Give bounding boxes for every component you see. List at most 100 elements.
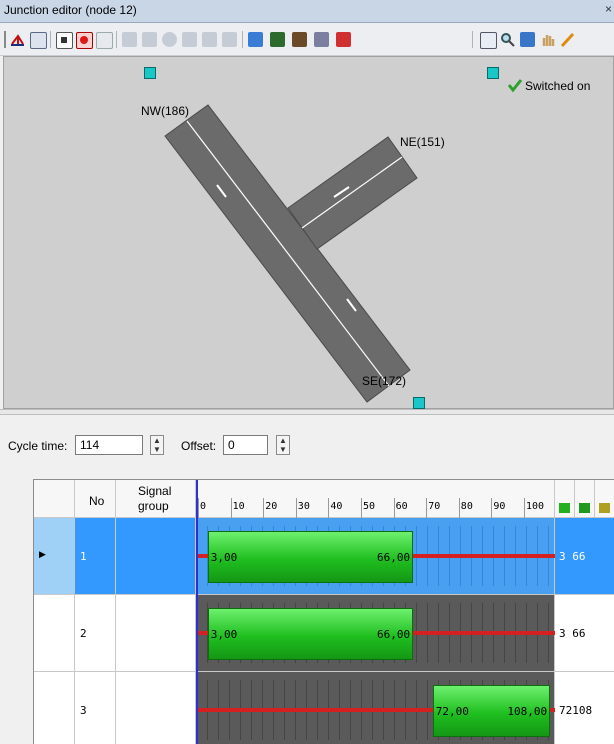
row-no-cell[interactable]: 3	[75, 672, 116, 744]
offset-label: Offset:	[181, 439, 217, 453]
signal-off-icon[interactable]	[56, 32, 73, 49]
row-timeline-cell[interactable]: 3,00 66,00	[196, 595, 555, 672]
checkmark-icon	[507, 77, 523, 93]
header-col-green-end[interactable]	[575, 480, 595, 518]
row-no-cell[interactable]: 2	[75, 595, 116, 672]
green-phase-bar[interactable]: 3,00 66,00	[207, 531, 414, 583]
row-no-cell[interactable]: 1	[75, 518, 116, 595]
add-group-icon[interactable]	[270, 32, 285, 47]
lane-tool-icon[interactable]	[122, 32, 137, 47]
row-green-values: 3 66	[559, 550, 586, 563]
leg-handle-nw[interactable]	[144, 67, 156, 79]
zoom-window-icon[interactable]	[480, 32, 497, 49]
scale-tick-label: 90	[493, 501, 506, 512]
header-signal-group[interactable]: Signal group	[116, 480, 196, 518]
row-no: 3	[80, 704, 87, 717]
row-timeline-cell[interactable]: 3,00 66,00	[196, 518, 555, 595]
table-row[interactable]: 2 3,00 66,00 3 66	[34, 595, 614, 672]
row-extra-cell[interactable]: 3 66	[555, 518, 614, 595]
scale-tick-label: 0	[200, 501, 207, 512]
grid-icon[interactable]	[30, 32, 47, 49]
row-signal-group-cell[interactable]	[116, 672, 196, 744]
slope-icon[interactable]	[222, 32, 237, 47]
pan-hand-icon[interactable]	[540, 32, 555, 47]
leg-label-ne: NE(151)	[400, 135, 445, 149]
scale-tick-line	[524, 498, 525, 518]
row-extra-cell[interactable]: 3 66	[555, 595, 614, 672]
scale-tick-line	[393, 498, 395, 518]
window-titlebar: Junction editor (node 12) ×	[0, 0, 614, 23]
scale-tick-line	[328, 498, 330, 518]
scale-tick-label: 80	[460, 501, 473, 512]
row-extra-cell[interactable]: 72108	[555, 672, 614, 744]
green-end-icon	[579, 503, 590, 513]
splitter[interactable]	[0, 409, 614, 415]
table-row[interactable]: ▶ 1 3,00 66,00 3 66	[34, 518, 614, 595]
signal-group-grid: No Signal group 01020304050607080901001:…	[33, 479, 614, 744]
copy-group-icon[interactable]	[314, 32, 329, 47]
row-timeline-cell[interactable]: 72,00 108,00	[196, 672, 555, 744]
scale-tick-label: 10	[232, 501, 245, 512]
traffic-light-icon[interactable]	[248, 32, 263, 47]
row-header[interactable]: ▶	[34, 518, 75, 595]
row-green-values: 3 66	[559, 627, 586, 640]
table-row[interactable]: 3 72,00 108,00 72108	[34, 672, 614, 744]
zoom-icon[interactable]	[500, 32, 515, 47]
row-header[interactable]	[34, 595, 75, 672]
select-tool-icon[interactable]	[10, 32, 25, 47]
green-phase-bar[interactable]: 3,00 66,00	[207, 608, 414, 660]
header-no[interactable]: No	[75, 480, 116, 518]
detector-icon[interactable]	[142, 32, 157, 47]
close-icon[interactable]: ×	[605, 2, 612, 16]
delete-group-icon[interactable]	[336, 32, 351, 47]
row-no: 2	[80, 627, 87, 640]
green-phase-bar[interactable]: 72,00 108,00	[432, 685, 551, 737]
green-end-label: 66,00	[377, 551, 411, 564]
row-green-values: 72108	[559, 704, 593, 717]
cycle-time-label: Cycle time:	[8, 439, 68, 453]
cycle-time-field[interactable]: 114	[75, 435, 143, 455]
edit-group-icon[interactable]	[292, 32, 307, 47]
leg-label-se: SE(172)	[362, 374, 407, 388]
signal-on-icon[interactable]	[76, 32, 93, 49]
row-signal-group-cell[interactable]	[116, 595, 196, 672]
scale-tick-line	[295, 498, 297, 518]
leg-handle-se[interactable]	[413, 397, 425, 409]
green-start-label: 3,00	[210, 628, 238, 641]
cursor-icon[interactable]	[96, 32, 113, 49]
toolbar	[0, 23, 614, 56]
fit-icon[interactable]	[520, 32, 535, 47]
junction-canvas[interactable]: NW(186) NE(151) SE(172) Switched on	[3, 56, 614, 409]
scale-tick-label: 60	[395, 501, 408, 512]
time-cursor-line[interactable]	[196, 480, 198, 744]
green-start-label: 3,00	[210, 551, 238, 564]
signal-params: Cycle time: 114 ▲ ▼ Offset: 0 ▲ ▼	[0, 416, 614, 476]
leg-handle-ne[interactable]	[487, 67, 499, 79]
scale-tick-line	[198, 498, 199, 518]
row-header-corner	[34, 480, 75, 518]
toolbar-grip[interactable]	[4, 31, 6, 48]
header-col-amber[interactable]	[595, 480, 614, 518]
priority-icon[interactable]	[202, 32, 217, 47]
window-title: Junction editor (node 12)	[4, 3, 137, 17]
green-end-label: 66,00	[377, 628, 411, 641]
scale-tick-label: 70	[428, 501, 441, 512]
turn-icon[interactable]	[162, 32, 177, 47]
row-pointer-icon: ▶	[39, 549, 46, 559]
scale-tick-line	[458, 498, 460, 518]
scale-tick-line	[491, 498, 493, 518]
scale-tick-line	[230, 498, 232, 518]
scale-tick-line	[426, 498, 428, 518]
amber-icon	[599, 503, 610, 513]
scale-tick-label: 100	[526, 501, 545, 512]
stopline-icon[interactable]	[182, 32, 197, 47]
offset-spinner[interactable]: ▲ ▼	[276, 435, 290, 455]
header-col-green-start[interactable]	[555, 480, 575, 518]
scale-tick-line	[361, 498, 362, 518]
pencil-icon[interactable]	[560, 32, 575, 48]
row-no: 1	[80, 550, 87, 563]
offset-field[interactable]: 0	[223, 435, 268, 455]
cycle-time-spinner[interactable]: ▲ ▼	[150, 435, 164, 455]
row-signal-group-cell[interactable]	[116, 518, 196, 595]
row-header[interactable]	[34, 672, 75, 744]
